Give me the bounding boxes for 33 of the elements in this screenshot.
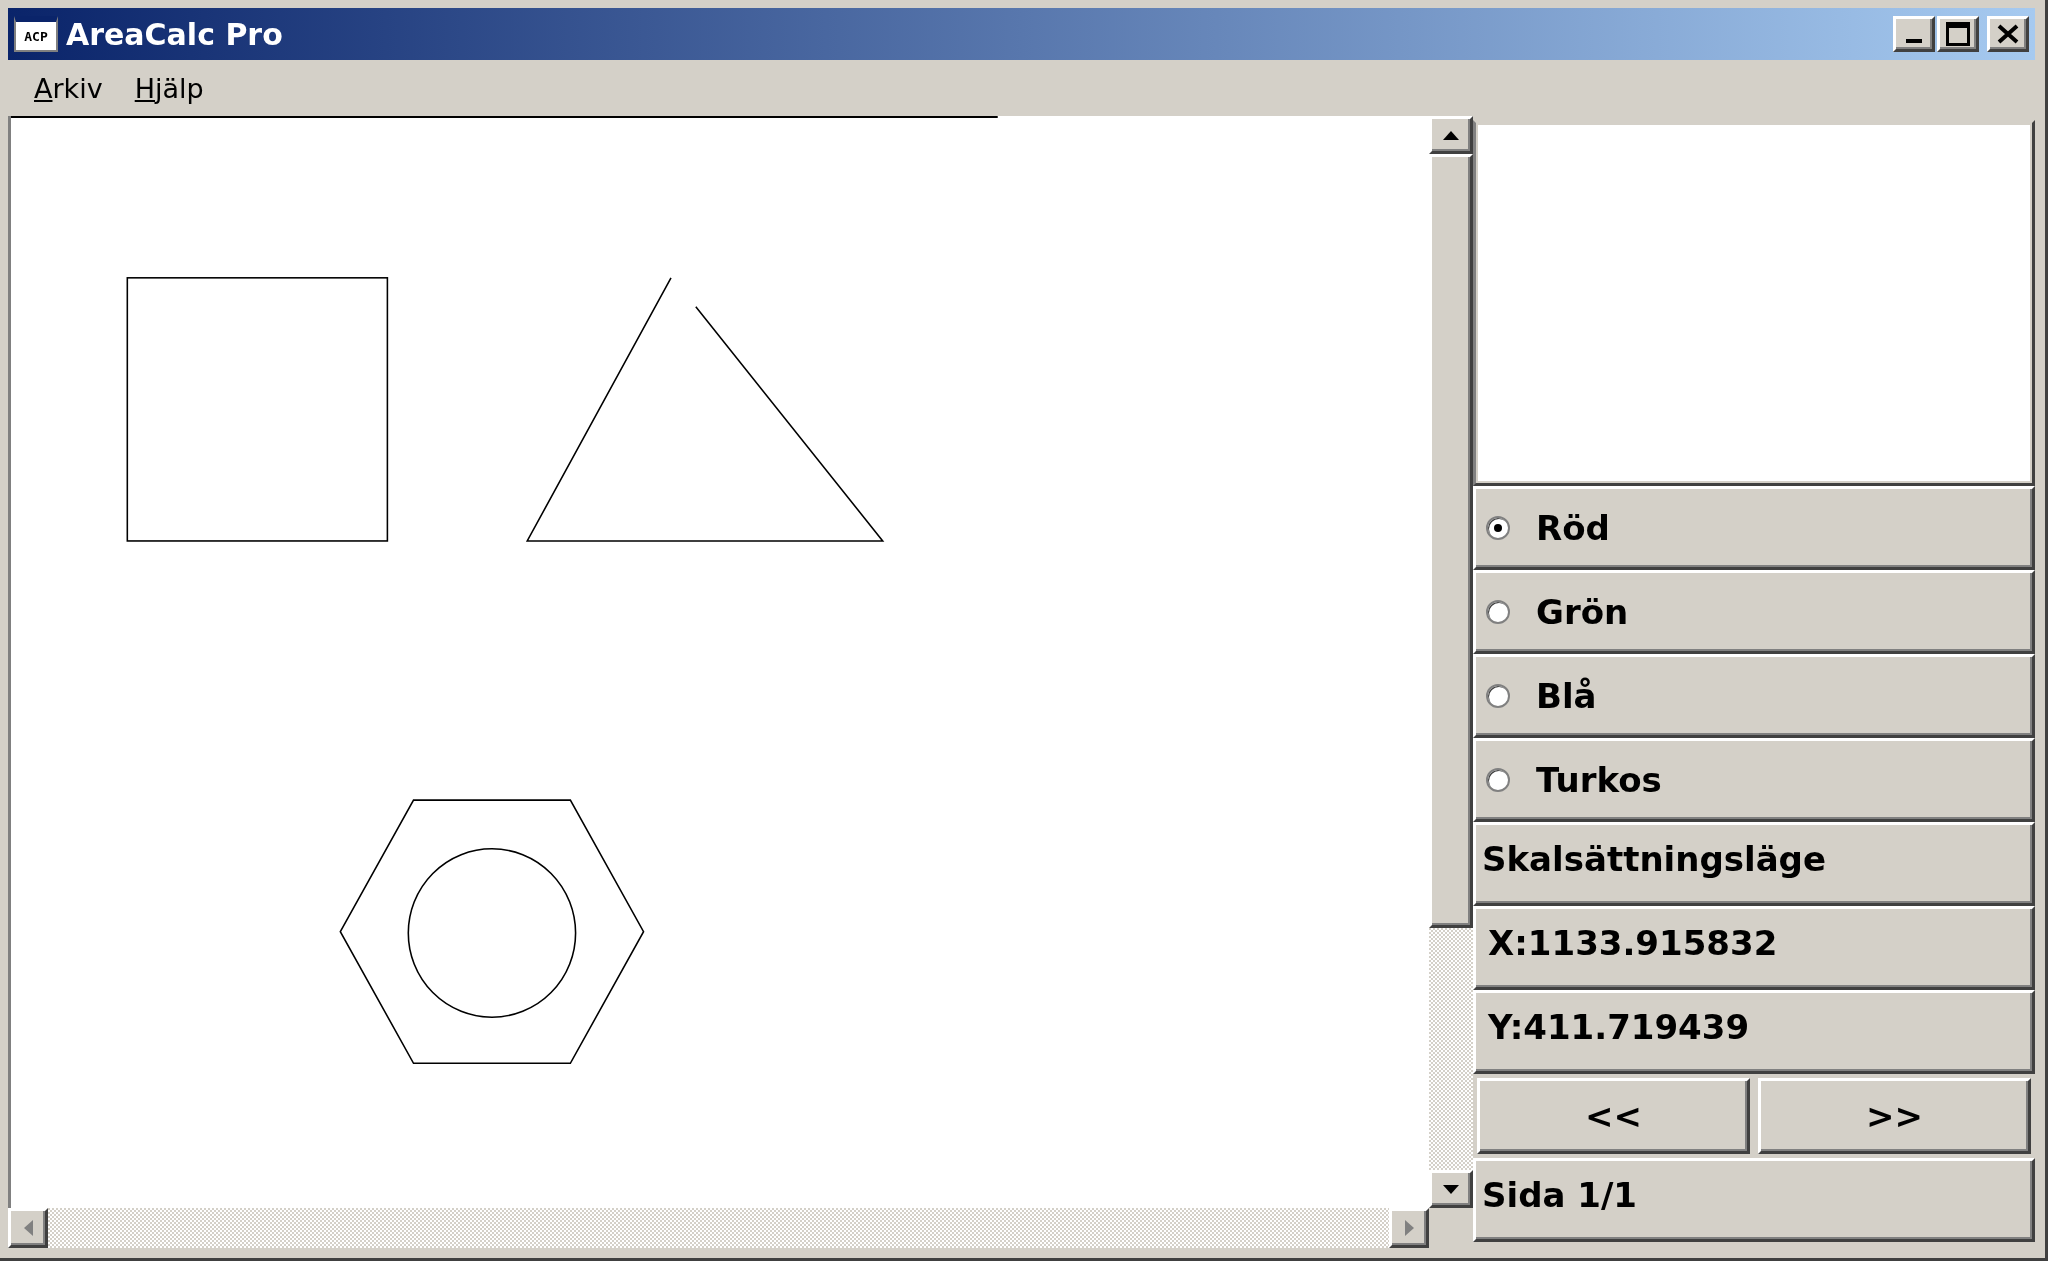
scroll-left-button[interactable] [8,1208,48,1248]
app-icon[interactable]: ACP [14,16,58,52]
page-indicator: Sida 1/1 [1473,1158,2035,1242]
down-arrow-icon [1443,1184,1459,1194]
x-coordinate: X:1133.915832 [1473,906,2035,990]
radio-button[interactable] [1486,516,1510,540]
color-option[interactable]: Turkos [1473,738,2035,822]
close-button[interactable] [1987,16,2029,52]
color-option[interactable]: Blå [1473,654,2035,738]
scroll-right-button[interactable] [1389,1208,1429,1248]
minimize-button[interactable] [1893,16,1935,52]
maximize-button[interactable] [1937,16,1979,52]
window-title: AreaCalc Pro [66,16,284,52]
right-arrow-icon [1404,1220,1414,1236]
scrollbar-thumb[interactable] [1429,154,1473,928]
scroll-up-button[interactable] [1429,116,1473,154]
page-nav-button[interactable]: << [1477,1078,1750,1154]
menu-item[interactable]: Hjälp [122,70,216,106]
color-option[interactable]: Röd [1473,486,2035,570]
radio-button[interactable] [1486,684,1510,708]
page-nav-button[interactable]: >> [1758,1078,2031,1154]
mode-label: Skalsättningsläge [1473,822,2035,906]
y-coordinate: Y:411.719439 [1473,990,2035,1074]
radio-button[interactable] [1486,600,1510,624]
up-arrow-icon [1443,130,1459,140]
color-option[interactable]: Grön [1473,570,2035,654]
close-icon [1997,24,2019,44]
minimize-icon [1906,39,1922,43]
menu-item[interactable]: Arkiv [22,70,115,106]
maximize-icon [1946,22,1970,46]
left-arrow-icon [23,1220,33,1236]
radio-button[interactable] [1486,768,1510,792]
scroll-down-button[interactable] [1429,1170,1473,1208]
